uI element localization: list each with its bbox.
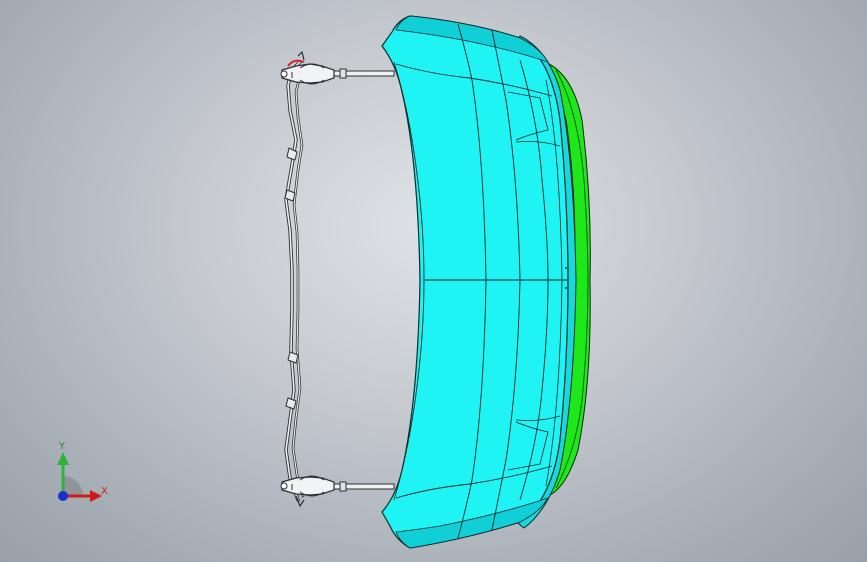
graphics-viewport[interactable]: Y X — [0, 0, 867, 562]
bottom-rod-collar — [339, 481, 347, 492]
bottom-clip-pin — [280, 482, 288, 490]
axis-x-label: X — [101, 486, 108, 497]
part-dot — [565, 267, 567, 269]
orientation-triad[interactable]: Y X — [40, 438, 120, 508]
top-hook — [297, 50, 305, 61]
triad-graphic — [57, 452, 102, 502]
frame-bump — [285, 397, 297, 410]
top-mount[interactable] — [280, 50, 395, 85]
top-clip — [281, 63, 335, 84]
bottom-mount[interactable] — [280, 475, 395, 508]
bottom-clip — [281, 476, 335, 496]
top-rod-collar — [339, 68, 347, 79]
axis-y-label: Y — [59, 441, 66, 452]
cyan-part[interactable] — [381, 15, 577, 549]
triad-y-arrow — [57, 452, 69, 465]
part-dot — [565, 287, 567, 289]
top-clip-pin — [280, 70, 288, 78]
model-view[interactable] — [0, 0, 867, 562]
part-front-face — [381, 15, 569, 549]
triad-z-axis — [58, 491, 68, 501]
hanger-frame[interactable] — [284, 60, 308, 502]
